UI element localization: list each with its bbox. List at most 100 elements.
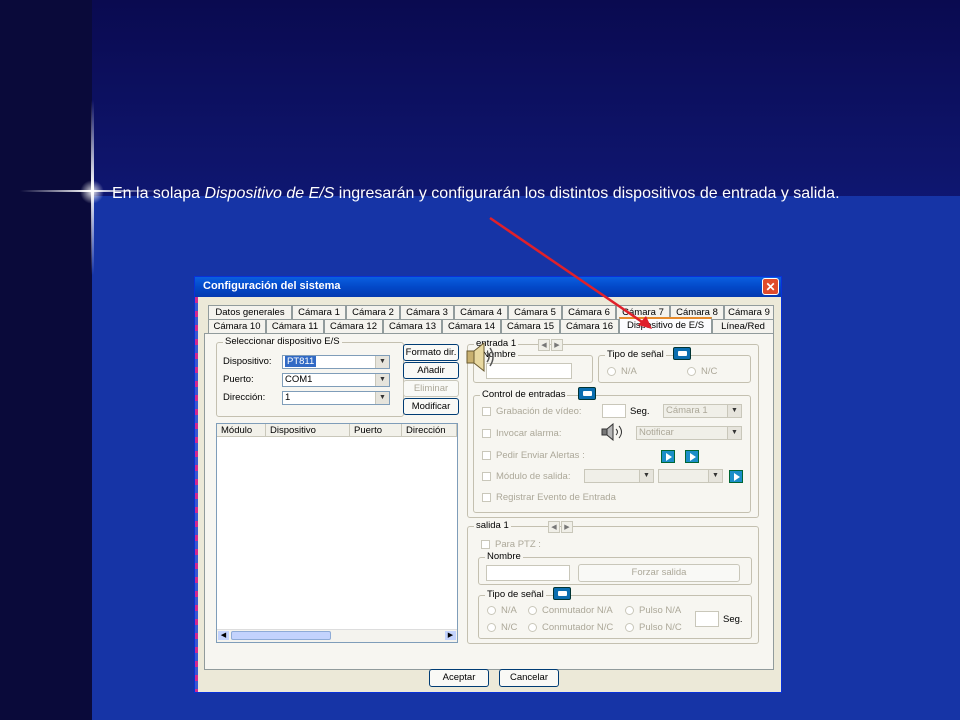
device-value: PT811	[285, 356, 317, 367]
tab-camara-14[interactable]: Cámara 14	[442, 319, 501, 333]
port-select[interactable]: COM1 ▼	[282, 373, 390, 387]
switch-na-radio[interactable]	[528, 606, 537, 615]
video-seconds-field[interactable]	[602, 404, 626, 418]
device-label: Dispositivo:	[223, 356, 272, 367]
pulse-seconds-unit: Seg.	[723, 614, 743, 625]
alarm-checkbox[interactable]	[482, 429, 491, 438]
chevron-down-icon[interactable]: ▼	[375, 356, 389, 368]
tab-camara-3[interactable]: Cámara 3	[400, 305, 454, 319]
output-signal-group: Tipo de señal N/A Conmutador N/A Pulso N…	[478, 587, 752, 639]
slide-speaker-icon[interactable]	[465, 340, 495, 374]
pulse-na-label: Pulso N/A	[639, 605, 682, 616]
scroll-left-icon[interactable]: ◀	[218, 631, 229, 640]
tab-camara-12[interactable]: Cámara 12	[324, 319, 383, 333]
camera-select[interactable]: Cámara 1 ▼	[663, 404, 742, 418]
tab-datos-generales[interactable]: Datos generales	[208, 305, 292, 319]
register-event-checkbox[interactable]	[482, 493, 491, 502]
col-puerto[interactable]: Puerto	[350, 424, 402, 437]
address-select[interactable]: 1 ▼	[282, 391, 390, 405]
tab-camara-9[interactable]: Cámara 9	[724, 305, 774, 319]
input-name-field[interactable]	[486, 363, 572, 379]
hand-pointer-icon[interactable]	[553, 587, 571, 600]
input-signal-title: Tipo de señal	[605, 349, 666, 360]
chevron-down-icon[interactable]: ▼	[639, 470, 653, 482]
chevron-down-icon[interactable]: ▼	[727, 405, 741, 417]
ptz-checkbox[interactable]	[481, 540, 490, 549]
accept-button[interactable]: Aceptar	[429, 669, 489, 687]
register-event-label: Registrar Evento de Entrada	[496, 492, 616, 503]
tab-camara-6[interactable]: Cámara 6	[562, 305, 616, 319]
next-output-icon[interactable]: ▶	[561, 521, 573, 533]
output-module-checkbox[interactable]	[482, 472, 491, 481]
tab-camara-1[interactable]: Cámara 1	[292, 305, 346, 319]
output-na-label: N/A	[501, 605, 517, 616]
force-output-button[interactable]: Forzar salida	[578, 564, 740, 582]
chevron-down-icon[interactable]: ▼	[727, 427, 741, 439]
output-channel-select[interactable]: ▼	[658, 469, 723, 483]
output-nc-radio[interactable]	[487, 623, 496, 632]
close-icon[interactable]: ✕	[762, 278, 779, 295]
alerts-checkbox[interactable]	[482, 451, 491, 460]
input-group: entrada 1 ◀ ▶ Nombre Tipo de señal N/A N…	[467, 338, 759, 518]
input-signal-na-label: N/A	[621, 366, 637, 377]
modify-button[interactable]: Modificar	[403, 398, 459, 415]
pulse-seconds-field[interactable]	[695, 611, 719, 627]
switch-nc-radio[interactable]	[528, 623, 537, 632]
scroll-thumb[interactable]	[231, 631, 331, 640]
prev-output-icon[interactable]: ◀	[548, 521, 560, 533]
input-signal-na-radio[interactable]	[607, 367, 616, 376]
input-signal-nc-radio[interactable]	[687, 367, 696, 376]
output-na-radio[interactable]	[487, 606, 496, 615]
tab-camara-10[interactable]: Cámara 10	[208, 319, 266, 333]
tab-camara-16[interactable]: Cámara 16	[560, 319, 619, 333]
output-name-group: Nombre Forzar salida	[478, 551, 752, 585]
hand-pointer-icon[interactable]	[578, 387, 596, 400]
notify-select[interactable]: Notificar ▼	[636, 426, 742, 440]
col-dispositivo[interactable]: Dispositivo	[266, 424, 350, 437]
tab-camara-5[interactable]: Cámara 5	[508, 305, 562, 319]
output-name-field[interactable]	[486, 565, 570, 581]
cancel-button[interactable]: Cancelar	[499, 669, 559, 687]
tab-dispositivo-es[interactable]: Dispositivo de E/S	[619, 317, 712, 333]
tab-camara-15[interactable]: Cámara 15	[501, 319, 560, 333]
device-select[interactable]: PT811 ▼	[282, 355, 390, 369]
format-address-button[interactable]: Formato dir.	[403, 344, 459, 361]
video-rec-checkbox[interactable]	[482, 407, 491, 416]
pulse-na-radio[interactable]	[625, 606, 634, 615]
output-module-label: Módulo de salida:	[496, 471, 571, 482]
output-module-select[interactable]: ▼	[584, 469, 654, 483]
address-label: Dirección:	[223, 392, 266, 403]
device-table[interactable]: Módulo Dispositivo Puerto Dirección ◀ ▶	[216, 423, 458, 643]
port-label: Puerto:	[223, 374, 254, 385]
play-icon[interactable]	[729, 470, 743, 483]
select-device-group: Seleccionar dispositivo E/S Dispositivo:…	[216, 336, 404, 417]
tab-linea-red[interactable]: Línea/Red	[712, 319, 774, 333]
play-icon[interactable]	[661, 450, 675, 463]
play-icon[interactable]	[685, 450, 699, 463]
table-horizontal-scrollbar[interactable]: ◀ ▶	[217, 629, 457, 642]
tab-camara-11[interactable]: Cámara 11	[266, 319, 324, 333]
tab-camara-2[interactable]: Cámara 2	[346, 305, 400, 319]
chevron-down-icon[interactable]: ▼	[375, 374, 389, 386]
tab-camara-13[interactable]: Cámara 13	[383, 319, 442, 333]
dialog-titlebar[interactable]: Configuración del sistema ✕	[195, 277, 781, 297]
slide-left-band	[0, 0, 92, 720]
scroll-right-icon[interactable]: ▶	[445, 631, 456, 640]
caption-text-end: ingresarán y configurarán los distintos …	[334, 185, 840, 202]
chevron-down-icon[interactable]: ▼	[708, 470, 722, 482]
caption-emphasis: Dispositivo de E/S	[204, 185, 335, 202]
prev-input-icon[interactable]: ◀	[538, 339, 550, 351]
speaker-icon[interactable]	[601, 423, 625, 441]
video-seconds-unit: Seg.	[630, 406, 650, 417]
col-direccion[interactable]: Dirección	[402, 424, 457, 437]
tab-camara-4[interactable]: Cámara 4	[454, 305, 508, 319]
next-input-icon[interactable]: ▶	[551, 339, 563, 351]
dialog-title: Configuración del sistema	[203, 280, 341, 292]
hand-pointer-icon[interactable]	[673, 347, 691, 360]
add-button[interactable]: Añadir	[403, 362, 459, 379]
pulse-nc-radio[interactable]	[625, 623, 634, 632]
col-modulo[interactable]: Módulo	[217, 424, 266, 437]
chevron-down-icon[interactable]: ▼	[375, 392, 389, 404]
delete-button[interactable]: Eliminar	[403, 380, 459, 397]
system-config-dialog: Configuración del sistema ✕ Datos genera…	[194, 276, 782, 693]
